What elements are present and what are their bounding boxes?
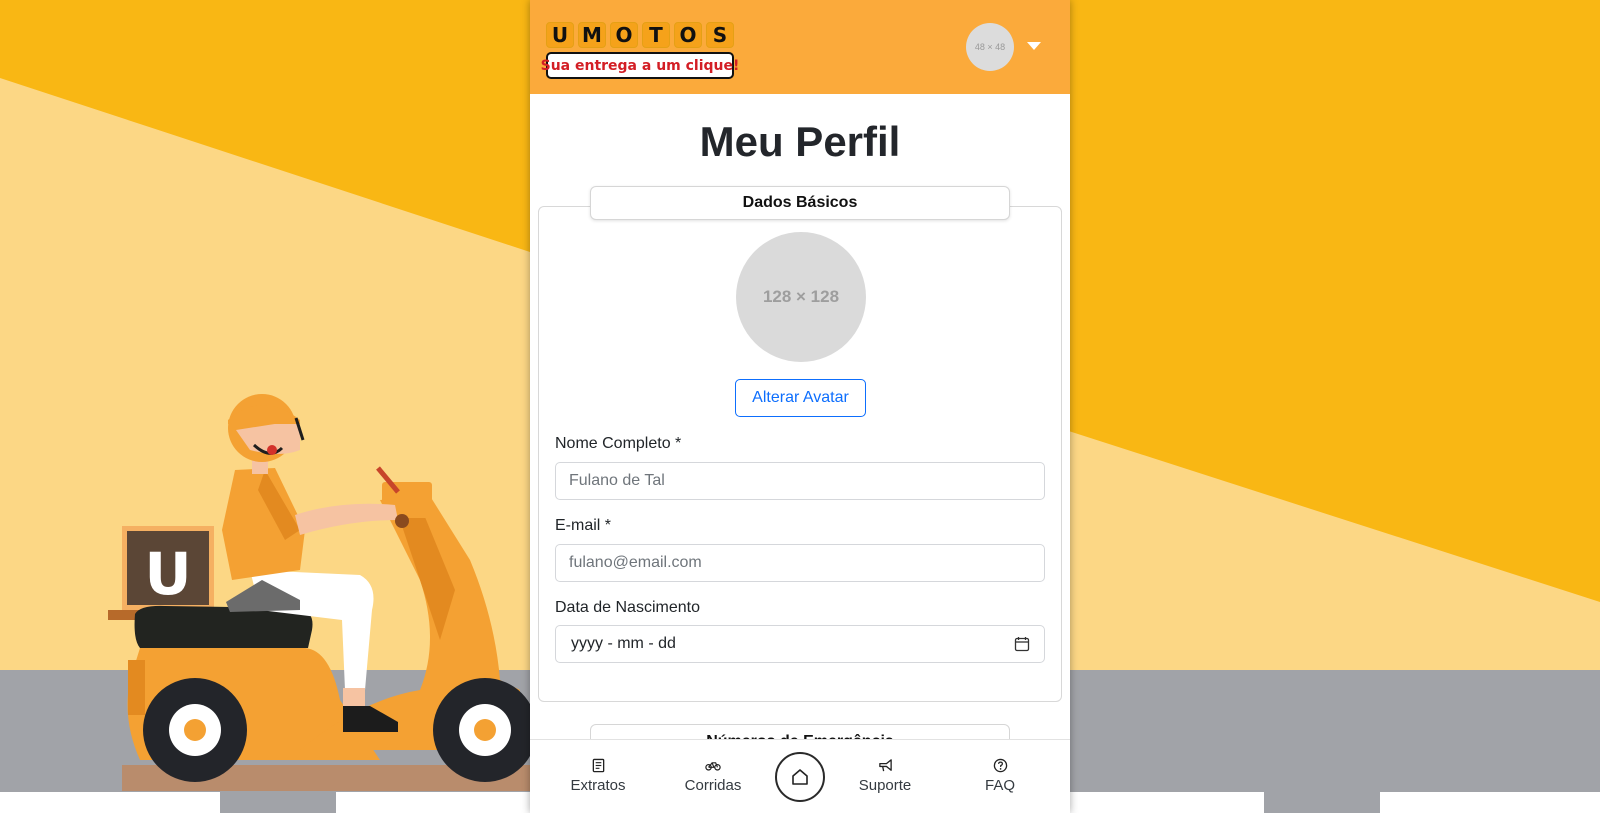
logo-letters: U M O T O S [546,22,734,48]
basic-data-title: Dados Básicos [590,186,1010,220]
chevron-down-icon[interactable] [1027,42,1041,50]
nav-label: FAQ [984,777,1015,794]
user-avatar[interactable]: 48 × 48 [966,23,1014,71]
emergency-numbers-title: Números de Emergência [590,724,1010,739]
receipt-icon [592,758,604,773]
bicycle-icon [705,762,721,771]
logo-tagline: Sua entrega a um clique! [541,52,739,79]
logo-letter: O [610,22,638,48]
question-circle-icon [993,758,1007,773]
logo-letter: T [642,22,670,48]
calendar-icon[interactable] [1014,636,1030,652]
birth-date-label: Data de Nascimento [555,599,700,616]
nav-label: Suporte [858,777,912,794]
change-avatar-button[interactable]: Alterar Avatar [735,379,866,417]
logo-letter: M [578,22,606,48]
logo-letter: U [546,22,574,48]
bottom-navigation: Extratos Corridas Suporte FAQ [530,739,1070,813]
logo-letter: S [706,22,734,48]
svg-text:U: U [144,540,191,608]
nav-item-suporte[interactable]: Suporte [840,758,930,794]
nav-item-corridas[interactable]: Corridas [668,758,758,794]
birth-date-placeholder: yyyy - mm - dd [571,635,676,652]
phone-frame: U M O T O S Sua entrega a um clique! 48 … [530,0,1070,813]
nav-item-extratos[interactable]: Extratos [553,758,643,794]
birth-date-input[interactable]: yyyy - mm - dd [555,625,1045,663]
full-name-input[interactable]: Fulano de Tal [555,462,1045,500]
logo-letter: O [674,22,702,48]
app-header: U M O T O S Sua entrega a um clique! 48 … [530,0,1070,94]
home-button[interactable] [775,752,825,802]
brand-logo[interactable]: U M O T O S Sua entrega a um clique! [541,22,739,79]
full-name-label: Nome Completo * [555,435,682,452]
nav-label: Extratos [570,777,626,794]
email-input[interactable]: fulano@email.com [555,544,1045,582]
nav-item-faq[interactable]: FAQ [955,758,1045,794]
profile-content[interactable]: Meu Perfil Dados Básicos 128 × 128 Alter… [530,94,1070,739]
home-icon [792,769,808,785]
page-title: Meu Perfil [699,118,901,165]
megaphone-icon [878,759,892,772]
profile-avatar: 128 × 128 [736,232,866,362]
email-label: E-mail * [555,517,612,534]
nav-label: Corridas [684,777,742,794]
